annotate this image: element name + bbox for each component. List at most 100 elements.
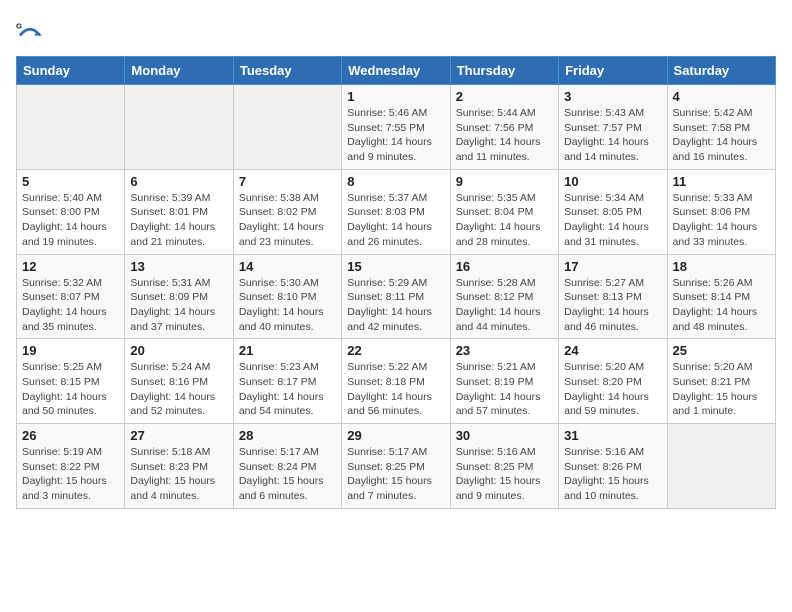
day-number: 8 — [347, 174, 444, 189]
calendar-day-cell: 11Sunrise: 5:33 AM Sunset: 8:06 PM Dayli… — [667, 169, 775, 254]
day-info: Sunrise: 5:22 AM Sunset: 8:18 PM Dayligh… — [347, 360, 444, 419]
day-info: Sunrise: 5:42 AM Sunset: 7:58 PM Dayligh… — [673, 106, 770, 165]
calendar-day-cell: 6 Sunrise: 5:39 AM Sunset: 8:01 PM Daylig… — [125, 169, 233, 254]
day-number: 11 — [673, 174, 770, 189]
day-info: Sunrise: 5:28 AM Sunset: 8:12 PM Dayligh… — [456, 276, 553, 335]
logo: G — [16, 16, 48, 44]
calendar-day-cell: 25 Sunrise: 5:20 AM Sunset: 8:21 PM Dayli… — [667, 339, 775, 424]
day-number: 12 — [22, 259, 119, 274]
calendar-day-cell: 18Sunrise: 5:26 AM Sunset: 8:14 PM Dayli… — [667, 254, 775, 339]
day-info: Sunrise: 5:40 AM Sunset: 8:00 PM Dayligh… — [22, 191, 119, 250]
day-of-week-header: Saturday — [667, 57, 775, 85]
day-of-week-header: Monday — [125, 57, 233, 85]
day-info: Sunrise: 5:16 AM Sunset: 8:26 PM Dayligh… — [564, 445, 661, 504]
day-info: Sunrise: 5:32 AM Sunset: 8:07 PM Dayligh… — [22, 276, 119, 335]
day-number: 24 — [564, 343, 661, 358]
calendar-day-cell: 10Sunrise: 5:34 AM Sunset: 8:05 PM Dayli… — [559, 169, 667, 254]
day-of-week-header: Thursday — [450, 57, 558, 85]
day-info: Sunrise: 5:39 AM Sunset: 8:01 PM Dayligh… — [130, 191, 227, 250]
calendar-day-cell: 20 Sunrise: 5:24 AM Sunset: 8:16 PM Dayli… — [125, 339, 233, 424]
day-of-week-header: Tuesday — [233, 57, 341, 85]
calendar-week-row: 12 Sunrise: 5:32 AM Sunset: 8:07 PM Dayli… — [17, 254, 776, 339]
day-number: 4 — [673, 89, 770, 104]
day-info: Sunrise: 5:23 AM Sunset: 8:17 PM Dayligh… — [239, 360, 336, 419]
calendar-day-cell — [17, 85, 125, 170]
day-info: Sunrise: 5:43 AM Sunset: 7:57 PM Dayligh… — [564, 106, 661, 165]
calendar-day-cell: 26 Sunrise: 5:19 AM Sunset: 8:22 PM Dayli… — [17, 424, 125, 509]
calendar-day-cell: 23Sunrise: 5:21 AM Sunset: 8:19 PM Dayli… — [450, 339, 558, 424]
calendar-day-cell: 14 Sunrise: 5:30 AM Sunset: 8:10 PM Dayli… — [233, 254, 341, 339]
day-of-week-header: Sunday — [17, 57, 125, 85]
day-info: Sunrise: 5:17 AM Sunset: 8:24 PM Dayligh… — [239, 445, 336, 504]
day-info: Sunrise: 5:44 AM Sunset: 7:56 PM Dayligh… — [456, 106, 553, 165]
day-number: 6 — [130, 174, 227, 189]
day-number: 29 — [347, 428, 444, 443]
day-info: Sunrise: 5:27 AM Sunset: 8:13 PM Dayligh… — [564, 276, 661, 335]
calendar-week-row: 1 Sunrise: 5:46 AM Sunset: 7:55 PM Daylig… — [17, 85, 776, 170]
day-info: Sunrise: 5:24 AM Sunset: 8:16 PM Dayligh… — [130, 360, 227, 419]
calendar-week-row: 26 Sunrise: 5:19 AM Sunset: 8:22 PM Dayli… — [17, 424, 776, 509]
calendar-day-cell: 22 Sunrise: 5:22 AM Sunset: 8:18 PM Dayli… — [342, 339, 450, 424]
calendar-day-cell: 4 Sunrise: 5:42 AM Sunset: 7:58 PM Daylig… — [667, 85, 775, 170]
day-number: 22 — [347, 343, 444, 358]
calendar-week-row: 19 Sunrise: 5:25 AM Sunset: 8:15 PM Dayli… — [17, 339, 776, 424]
calendar-day-cell: 28 Sunrise: 5:17 AM Sunset: 8:24 PM Dayli… — [233, 424, 341, 509]
day-number: 5 — [22, 174, 119, 189]
day-info: Sunrise: 5:29 AM Sunset: 8:11 PM Dayligh… — [347, 276, 444, 335]
page-header: G — [16, 16, 776, 44]
day-number: 15 — [347, 259, 444, 274]
day-number: 26 — [22, 428, 119, 443]
day-info: Sunrise: 5:18 AM Sunset: 8:23 PM Dayligh… — [130, 445, 227, 504]
calendar-day-cell: 30Sunrise: 5:16 AM Sunset: 8:25 PM Dayli… — [450, 424, 558, 509]
day-info: Sunrise: 5:31 AM Sunset: 8:09 PM Dayligh… — [130, 276, 227, 335]
calendar-day-cell: 12 Sunrise: 5:32 AM Sunset: 8:07 PM Dayli… — [17, 254, 125, 339]
day-number: 9 — [456, 174, 553, 189]
calendar-day-cell — [667, 424, 775, 509]
day-number: 2 — [456, 89, 553, 104]
day-info: Sunrise: 5:34 AM Sunset: 8:05 PM Dayligh… — [564, 191, 661, 250]
calendar-day-cell: 29Sunrise: 5:17 AM Sunset: 8:25 PM Dayli… — [342, 424, 450, 509]
day-number: 16 — [456, 259, 553, 274]
day-info: Sunrise: 5:19 AM Sunset: 8:22 PM Dayligh… — [22, 445, 119, 504]
day-info: Sunrise: 5:30 AM Sunset: 8:10 PM Dayligh… — [239, 276, 336, 335]
calendar-day-cell — [233, 85, 341, 170]
svg-text:G: G — [16, 21, 22, 30]
calendar-day-cell: 2 Sunrise: 5:44 AM Sunset: 7:56 PM Daylig… — [450, 85, 558, 170]
day-number: 20 — [130, 343, 227, 358]
day-number: 7 — [239, 174, 336, 189]
day-info: Sunrise: 5:25 AM Sunset: 8:15 PM Dayligh… — [22, 360, 119, 419]
calendar-day-cell: 17 Sunrise: 5:27 AM Sunset: 8:13 PM Dayli… — [559, 254, 667, 339]
day-info: Sunrise: 5:35 AM Sunset: 8:04 PM Dayligh… — [456, 191, 553, 250]
day-number: 3 — [564, 89, 661, 104]
day-number: 27 — [130, 428, 227, 443]
calendar-table: SundayMondayTuesdayWednesdayThursdayFrid… — [16, 56, 776, 509]
calendar-day-cell: 3 Sunrise: 5:43 AM Sunset: 7:57 PM Daylig… — [559, 85, 667, 170]
calendar-header-row: SundayMondayTuesdayWednesdayThursdayFrid… — [17, 57, 776, 85]
day-number: 19 — [22, 343, 119, 358]
day-info: Sunrise: 5:37 AM Sunset: 8:03 PM Dayligh… — [347, 191, 444, 250]
day-number: 14 — [239, 259, 336, 274]
day-number: 31 — [564, 428, 661, 443]
calendar-day-cell: 8 Sunrise: 5:37 AM Sunset: 8:03 PM Daylig… — [342, 169, 450, 254]
calendar-day-cell: 16 Sunrise: 5:28 AM Sunset: 8:12 PM Dayli… — [450, 254, 558, 339]
calendar-day-cell: 13Sunrise: 5:31 AM Sunset: 8:09 PM Dayli… — [125, 254, 233, 339]
calendar-day-cell: 1 Sunrise: 5:46 AM Sunset: 7:55 PM Daylig… — [342, 85, 450, 170]
calendar-week-row: 5 Sunrise: 5:40 AM Sunset: 8:00 PM Daylig… — [17, 169, 776, 254]
calendar-day-cell: 9 Sunrise: 5:35 AM Sunset: 8:04 PM Daylig… — [450, 169, 558, 254]
day-info: Sunrise: 5:20 AM Sunset: 8:20 PM Dayligh… — [564, 360, 661, 419]
calendar-day-cell: 24 Sunrise: 5:20 AM Sunset: 8:20 PM Dayli… — [559, 339, 667, 424]
day-info: Sunrise: 5:26 AM Sunset: 8:14 PM Dayligh… — [673, 276, 770, 335]
day-number: 21 — [239, 343, 336, 358]
calendar-day-cell: 27 Sunrise: 5:18 AM Sunset: 8:23 PM Dayli… — [125, 424, 233, 509]
day-number: 25 — [673, 343, 770, 358]
day-number: 1 — [347, 89, 444, 104]
day-info: Sunrise: 5:20 AM Sunset: 8:21 PM Dayligh… — [673, 360, 770, 419]
calendar-day-cell: 5 Sunrise: 5:40 AM Sunset: 8:00 PM Daylig… — [17, 169, 125, 254]
calendar-day-cell: 15 Sunrise: 5:29 AM Sunset: 8:11 PM Dayli… — [342, 254, 450, 339]
calendar-day-cell: 19 Sunrise: 5:25 AM Sunset: 8:15 PM Dayli… — [17, 339, 125, 424]
logo-icon: G — [16, 16, 44, 44]
day-number: 28 — [239, 428, 336, 443]
day-info: Sunrise: 5:46 AM Sunset: 7:55 PM Dayligh… — [347, 106, 444, 165]
day-number: 30 — [456, 428, 553, 443]
day-number: 17 — [564, 259, 661, 274]
